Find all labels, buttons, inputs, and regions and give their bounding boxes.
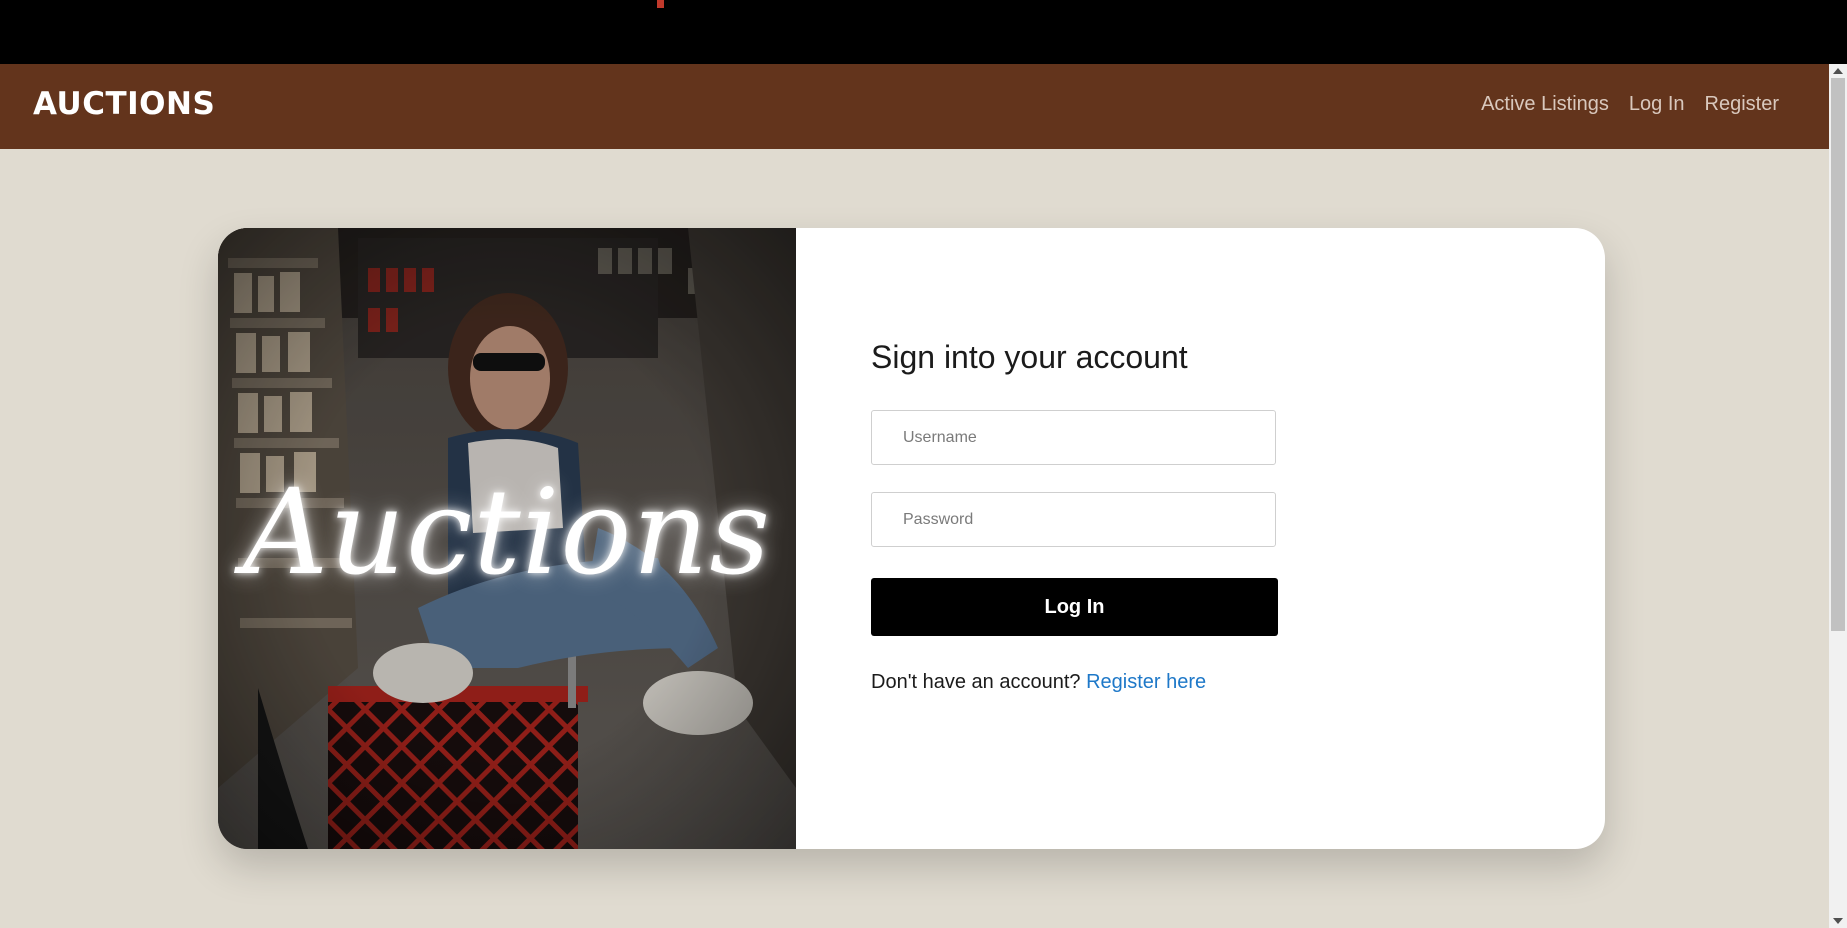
scrollbar-thumb[interactable]: [1831, 78, 1845, 631]
scroll-down-arrow-icon[interactable]: [1833, 918, 1843, 924]
form-title: Sign into your account: [871, 339, 1188, 375]
password-input[interactable]: [871, 492, 1276, 547]
navbar: AUCTIONS Active Listings Log In Register: [0, 64, 1829, 149]
nav-links: Active Listings Log In Register: [1481, 93, 1779, 116]
browser-top-strip: [0, 0, 1847, 64]
log-in-button[interactable]: Log In: [871, 578, 1278, 636]
register-prompt-text: Don't have an account?: [871, 671, 1087, 693]
scroll-up-arrow-icon[interactable]: [1833, 68, 1843, 74]
red-marker: [657, 0, 664, 8]
nav-link-register[interactable]: Register: [1705, 93, 1779, 116]
page-viewport: AUCTIONS Active Listings Log In Register: [0, 64, 1829, 928]
nav-link-active-listings[interactable]: Active Listings: [1481, 93, 1609, 116]
nav-link-log-in[interactable]: Log In: [1629, 93, 1685, 116]
login-card: Auctions Sign into your account Log In D…: [218, 228, 1605, 849]
register-prompt: Don't have an account? Register here: [871, 671, 1206, 694]
hero-image: Auctions: [218, 228, 796, 849]
username-input[interactable]: [871, 410, 1276, 465]
login-form: Sign into your account Log In Don't have…: [871, 228, 1605, 849]
hero-neon-title: Auctions: [242, 463, 772, 601]
vertical-scrollbar[interactable]: [1829, 64, 1847, 928]
register-here-link[interactable]: Register here: [1086, 671, 1206, 693]
brand-logo[interactable]: AUCTIONS: [33, 86, 215, 122]
